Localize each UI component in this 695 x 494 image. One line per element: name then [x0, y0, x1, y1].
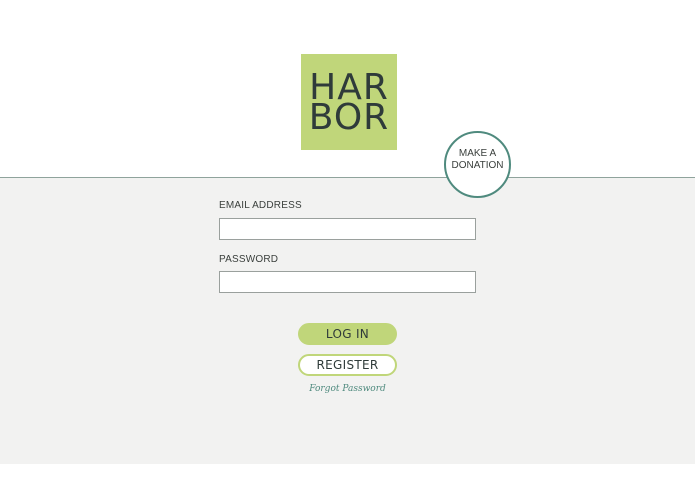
logo-text-bottom: BOR [308, 97, 390, 138]
password-label: PASSWORD [219, 254, 279, 265]
make-donation-button[interactable]: MAKE A DONATION [444, 131, 511, 198]
donate-label-line2: DONATION [451, 160, 504, 171]
login-button[interactable]: LOG IN [298, 323, 397, 345]
email-label: EMAIL ADDRESS [219, 200, 302, 211]
page-footer [0, 464, 695, 494]
password-field[interactable] [219, 271, 476, 293]
harbor-logo[interactable]: HAR BOR [301, 54, 397, 150]
site-header: HAR BOR [0, 0, 695, 177]
register-button[interactable]: REGISTER [298, 354, 397, 376]
donate-label: MAKE A DONATION [446, 148, 509, 172]
email-field[interactable] [219, 218, 476, 240]
forgot-password-link[interactable]: Forgot Password [298, 384, 397, 394]
donate-label-line1: MAKE A [458, 148, 497, 159]
